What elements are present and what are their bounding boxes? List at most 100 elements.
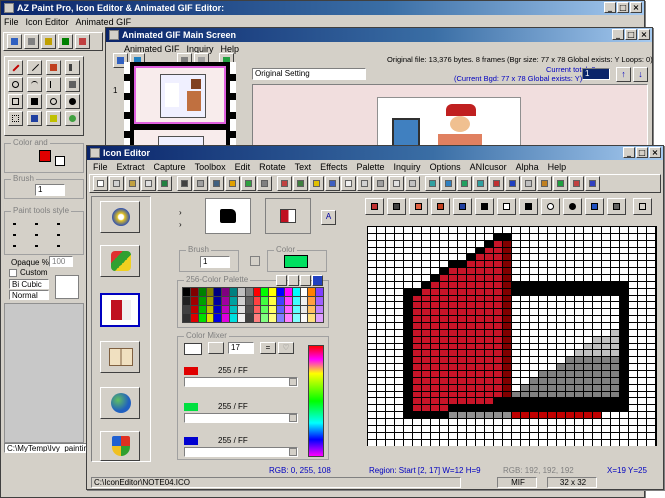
toolbar-tool-icon[interactable] bbox=[325, 176, 340, 191]
toolbar-tool-icon[interactable] bbox=[489, 176, 504, 191]
menu-rotate[interactable]: Rotate bbox=[259, 162, 286, 172]
palette-swatch[interactable] bbox=[198, 288, 206, 296]
frame-number-select[interactable]: 1 bbox=[582, 68, 610, 80]
palette-swatch[interactable] bbox=[269, 288, 276, 296]
mixer-select[interactable]: 17 bbox=[228, 342, 254, 354]
icon-pixel-canvas[interactable] bbox=[367, 226, 657, 446]
picker-icon[interactable] bbox=[27, 111, 42, 126]
palette-swatch[interactable] bbox=[277, 314, 284, 322]
palette-swatch[interactable] bbox=[300, 296, 308, 305]
palette-swatch[interactable] bbox=[253, 314, 261, 322]
paint-icon[interactable] bbox=[100, 245, 140, 277]
fill-icon[interactable] bbox=[431, 198, 450, 215]
palette-swatch[interactable] bbox=[230, 314, 237, 322]
gif-maximize-button[interactable]: □ bbox=[625, 29, 637, 40]
palette-swatch[interactable] bbox=[316, 305, 323, 314]
palette-swatch[interactable] bbox=[206, 314, 214, 322]
disc-icon[interactable] bbox=[100, 201, 140, 233]
frame-thumbnail[interactable] bbox=[134, 66, 226, 124]
spray-icon[interactable] bbox=[585, 198, 604, 215]
secondary-color-swatch[interactable] bbox=[55, 156, 65, 166]
toolbar-tool-icon[interactable] bbox=[505, 176, 520, 191]
toolbar-tool-icon[interactable] bbox=[193, 176, 208, 191]
palette-swatch[interactable] bbox=[237, 314, 245, 322]
toolbar-tool-icon[interactable] bbox=[389, 176, 404, 191]
menu-effects[interactable]: Effects bbox=[320, 162, 347, 172]
palette-swatch[interactable] bbox=[284, 288, 292, 296]
select-icon[interactable] bbox=[8, 111, 23, 126]
palette-swatch[interactable] bbox=[198, 314, 206, 322]
tool-icon[interactable] bbox=[41, 34, 56, 49]
palette-swatch[interactable] bbox=[277, 288, 284, 296]
icon-maximize-button[interactable]: □ bbox=[636, 147, 648, 158]
menu-alpha[interactable]: Alpha bbox=[516, 162, 539, 172]
palette-swatch[interactable] bbox=[308, 288, 316, 296]
opaque-input[interactable]: 100 bbox=[49, 256, 73, 267]
primary-color-swatch[interactable] bbox=[39, 150, 51, 162]
palette-swatch[interactable] bbox=[253, 305, 261, 314]
menu-extract[interactable]: Extract bbox=[117, 162, 145, 172]
main-title-bar[interactable]: AZ Paint Pro, Icon Editor & Animated GIF… bbox=[1, 1, 644, 15]
red-slider[interactable] bbox=[184, 377, 298, 387]
palette-swatch[interactable] bbox=[269, 314, 276, 322]
zoom-icon[interactable] bbox=[65, 111, 80, 126]
minimize-button[interactable]: _ bbox=[604, 2, 616, 13]
palette-swatch[interactable] bbox=[292, 296, 300, 305]
palette-swatch[interactable] bbox=[190, 296, 198, 305]
menu-palette[interactable]: Palette bbox=[357, 162, 385, 172]
toolbar-tool-icon[interactable] bbox=[553, 176, 568, 191]
palette-swatch[interactable] bbox=[300, 314, 308, 322]
menu-edit[interactable]: Edit bbox=[235, 162, 251, 172]
blend-select[interactable]: Normal bbox=[9, 290, 49, 300]
toolbar-tool-icon[interactable] bbox=[125, 176, 140, 191]
palette-swatch[interactable] bbox=[284, 314, 292, 322]
spectrum-bar[interactable] bbox=[308, 345, 324, 457]
menu-capture[interactable]: Capture bbox=[154, 162, 186, 172]
palette-swatch[interactable] bbox=[190, 288, 198, 296]
palette-swatch[interactable] bbox=[316, 288, 323, 296]
palette-swatch[interactable] bbox=[300, 305, 308, 314]
tool-icon[interactable] bbox=[7, 34, 22, 49]
palette-swatch[interactable] bbox=[237, 288, 245, 296]
curve-icon[interactable] bbox=[8, 77, 23, 92]
palette-swatch[interactable] bbox=[183, 288, 190, 296]
menu-anicursor[interactable]: ANIcusor bbox=[470, 162, 507, 172]
toolbar-tool-icon[interactable] bbox=[521, 176, 536, 191]
fill-icon[interactable] bbox=[46, 60, 61, 75]
toolbar-tool-icon[interactable] bbox=[257, 176, 272, 191]
line-icon[interactable] bbox=[27, 60, 42, 75]
palette-swatch[interactable] bbox=[214, 314, 222, 322]
palette-swatch[interactable] bbox=[237, 296, 245, 305]
palette-swatch[interactable] bbox=[245, 296, 253, 305]
toolbar-tool-icon[interactable] bbox=[225, 176, 240, 191]
gif-minimize-button[interactable]: _ bbox=[612, 29, 624, 40]
gif-close-button[interactable]: × bbox=[638, 29, 650, 40]
toolbar-tool-icon[interactable] bbox=[209, 176, 224, 191]
toolbar-tool-icon[interactable] bbox=[457, 176, 472, 191]
menu-animated-gif[interactable]: Animated GIF bbox=[76, 17, 132, 27]
rect-icon[interactable] bbox=[8, 94, 23, 109]
mixer-swatch[interactable] bbox=[184, 343, 202, 355]
up-arrow-button[interactable]: ↑ bbox=[616, 67, 631, 82]
palette-swatch[interactable] bbox=[261, 288, 269, 296]
icon-minimize-button[interactable]: _ bbox=[623, 147, 635, 158]
tool-icon[interactable] bbox=[58, 34, 73, 49]
toolbar-tool-icon[interactable] bbox=[537, 176, 552, 191]
pencil-icon[interactable] bbox=[365, 198, 384, 215]
palette-swatch[interactable] bbox=[308, 296, 316, 305]
palette-swatch[interactable] bbox=[261, 296, 269, 305]
palette-arrow-icon[interactable] bbox=[312, 275, 323, 286]
toolbar-tool-icon[interactable] bbox=[177, 176, 192, 191]
toolbar-tool-icon[interactable] bbox=[585, 176, 600, 191]
palette-swatch[interactable] bbox=[284, 296, 292, 305]
toolbar-tool-icon[interactable] bbox=[141, 176, 156, 191]
rect-icon[interactable] bbox=[497, 198, 516, 215]
toolbar-tool-icon[interactable] bbox=[277, 176, 292, 191]
palette-swatch[interactable] bbox=[277, 296, 284, 305]
custom-checkbox[interactable] bbox=[9, 269, 17, 277]
icon-title-bar[interactable]: Icon Editor _ □ × bbox=[87, 146, 663, 160]
palette-swatch[interactable] bbox=[316, 296, 323, 305]
toolbar-tool-icon[interactable] bbox=[373, 176, 388, 191]
palette-swatch[interactable] bbox=[261, 314, 269, 322]
maximize-button[interactable]: □ bbox=[617, 2, 629, 13]
